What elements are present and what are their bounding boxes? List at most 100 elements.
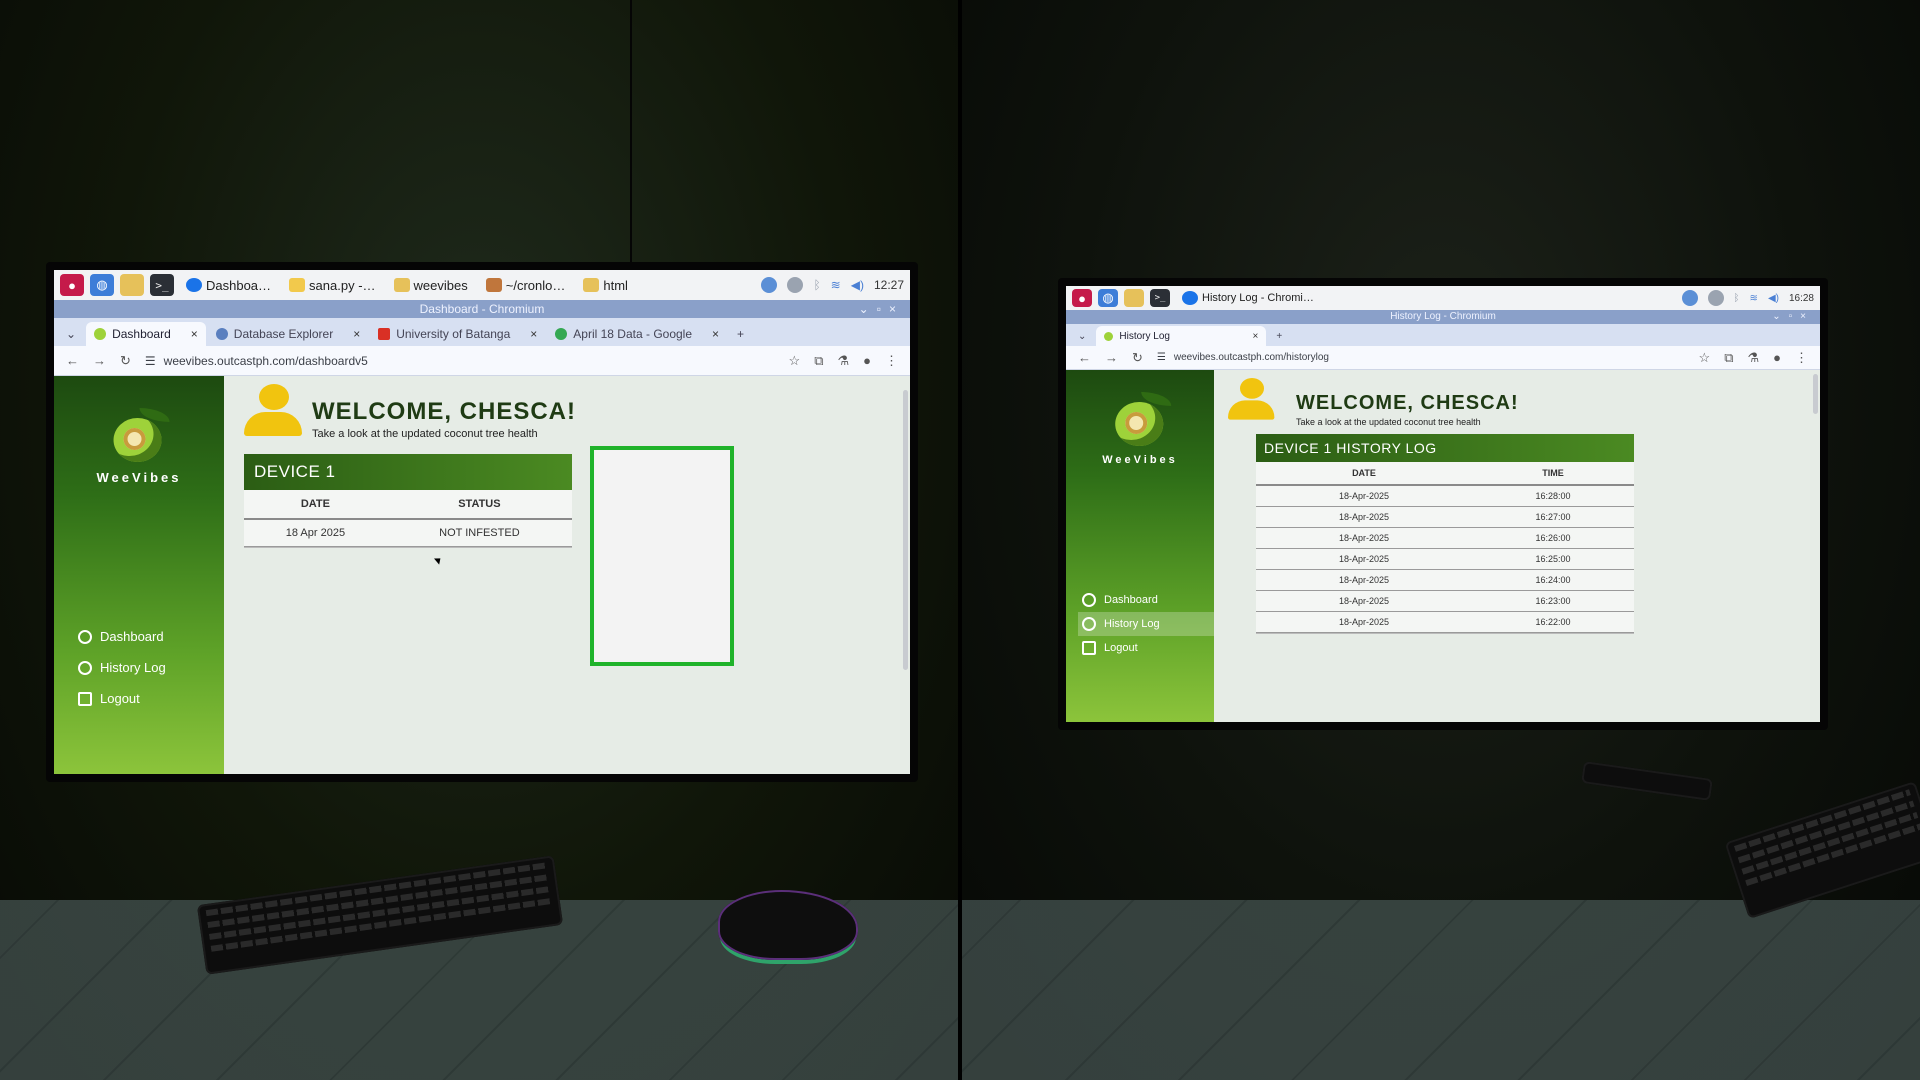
labs-icon[interactable]: ⚗	[1747, 350, 1759, 366]
menu-icon[interactable]: ⋮	[1795, 350, 1808, 366]
globe-icon[interactable]: ◍	[90, 274, 114, 296]
tab-search-button[interactable]: ⌄	[58, 322, 84, 346]
bookmark-star-icon[interactable]: ☆	[1699, 350, 1711, 366]
task-dashboard[interactable]: Dashboa…	[180, 276, 277, 295]
sidebar-nav: Dashboard History Log Logout	[1078, 588, 1214, 660]
tab-search-button[interactable]: ⌄	[1070, 326, 1094, 346]
nav-label: Dashboard	[100, 629, 164, 644]
new-tab-button[interactable]: +	[729, 322, 752, 346]
history-icon	[1082, 617, 1096, 631]
sidebar-item-dashboard[interactable]: Dashboard	[74, 624, 216, 649]
close-tab-icon[interactable]: ×	[353, 327, 360, 341]
download-icon[interactable]	[1681, 290, 1698, 306]
scrollbar[interactable]	[903, 390, 908, 670]
tab-database-explorer[interactable]: Database Explorer ×	[208, 322, 368, 346]
task-history-log[interactable]: History Log - Chromi…	[1176, 289, 1320, 307]
terminal-icon[interactable]: >_	[150, 274, 174, 296]
folder-icon[interactable]	[1124, 289, 1144, 307]
tab-label: History Log	[1119, 330, 1170, 342]
sidebar-item-dashboard[interactable]: Dashboard	[1078, 588, 1214, 612]
table-header-row: DATE STATUS	[244, 490, 572, 520]
back-icon[interactable]: ←	[66, 353, 79, 368]
url-field[interactable]: ☰ weevibes.outcastph.com/dashboardv5	[145, 354, 775, 368]
sync-icon[interactable]	[787, 277, 804, 293]
url-field[interactable]: ☰ weevibes.outcastph.com/historylog	[1157, 352, 1685, 363]
cell-date: 18 Apr 2025	[244, 519, 387, 547]
coconut-logo-icon	[104, 406, 174, 466]
cell-time: 16:28:00	[1471, 485, 1634, 507]
close-tab-icon[interactable]: ×	[712, 327, 719, 341]
folder-icon[interactable]	[120, 274, 144, 296]
cell-time: 16:26:00	[1471, 527, 1634, 549]
address-bar: ← → ↻ ☰ weevibes.outcastph.com/historylog…	[1066, 346, 1820, 370]
volume-icon[interactable]: ◀)	[1768, 293, 1779, 304]
task-weevibes[interactable]: weevibes	[388, 276, 474, 295]
bluetooth-icon[interactable]: ᛒ	[813, 278, 820, 292]
clock: 12:27	[873, 278, 904, 292]
editor-icon	[485, 278, 502, 292]
nav-label: Logout	[1104, 642, 1138, 654]
reload-icon[interactable]: ↻	[1132, 350, 1143, 366]
window-controls[interactable]: ⌄▫×	[1772, 310, 1814, 324]
close-tab-icon[interactable]: ×	[1253, 331, 1259, 342]
volume-icon[interactable]: ◀)	[851, 278, 864, 292]
os-taskbar: ● ◍ >_ History Log - Chromi… ᛒ ≋ ◀) 16:2…	[1066, 286, 1820, 310]
left-photo: ● ◍ >_ Dashboa… sana.py -… weevibes ~/cr…	[0, 0, 958, 1080]
cell-date: 18-Apr-2025	[1256, 590, 1472, 612]
table-row: 18-Apr-2025 16:22:00	[1256, 611, 1634, 633]
window-controls[interactable]: ⌄▫×	[859, 300, 904, 318]
tab-gmail[interactable]: University of Batanga ×	[370, 322, 545, 346]
sync-icon[interactable]	[1707, 290, 1724, 306]
wifi-icon[interactable]: ≋	[831, 278, 841, 292]
bookmark-star-icon[interactable]: ☆	[789, 353, 801, 369]
task-cronlog[interactable]: ~/cronlo…	[480, 276, 572, 295]
forward-icon[interactable]: →	[93, 353, 106, 368]
labs-icon[interactable]: ⚗	[837, 353, 849, 369]
tab-dashboard[interactable]: Dashboard ×	[86, 322, 206, 346]
close-tab-icon[interactable]: ×	[191, 327, 198, 341]
welcome-subtitle: Take a look at the updated coconut tree …	[1296, 417, 1481, 427]
extensions-icon[interactable]: ⧉	[814, 353, 823, 369]
sidebar-item-history-log[interactable]: History Log	[74, 655, 216, 680]
coconut-logo-icon	[1105, 390, 1175, 450]
logo-text: WeeVibes	[96, 470, 182, 485]
raspberry-menu-icon[interactable]: ●	[1072, 289, 1092, 307]
main-content: WELCOME, CHESCA! Take a look at the upda…	[1214, 370, 1820, 722]
close-tab-icon[interactable]: ×	[530, 327, 537, 341]
scrollbar[interactable]	[1813, 374, 1818, 414]
table-row: 18-Apr-2025 16:25:00	[1256, 548, 1634, 570]
task-sana[interactable]: sana.py -…	[283, 276, 381, 295]
window-title: Dashboard - Chromium	[419, 302, 545, 316]
sidebar: WeeVibes Dashboard History Log Logout	[54, 376, 224, 774]
raspberry-menu-icon[interactable]: ●	[60, 274, 84, 296]
tab-label: Dashboard	[112, 327, 171, 341]
site-info-icon[interactable]: ☰	[145, 354, 156, 368]
forward-icon[interactable]: →	[1105, 350, 1118, 365]
sidebar-item-logout[interactable]: Logout	[1078, 636, 1214, 660]
reload-icon[interactable]: ↻	[120, 353, 131, 369]
cell-date: 18-Apr-2025	[1256, 527, 1472, 549]
address-bar: ← → ↻ ☰ weevibes.outcastph.com/dashboardv…	[54, 346, 910, 376]
site-info-icon[interactable]: ☰	[1157, 352, 1166, 363]
profile-icon[interactable]: ●	[863, 353, 871, 368]
back-icon[interactable]: ←	[1078, 350, 1091, 365]
terminal-icon[interactable]: >_	[1150, 289, 1170, 307]
task-html[interactable]: html	[577, 276, 634, 295]
bluetooth-icon[interactable]: ᛒ	[1734, 293, 1740, 304]
globe-icon[interactable]: ◍	[1098, 289, 1118, 307]
folder-icon	[393, 278, 410, 292]
wifi-icon[interactable]: ≋	[1750, 293, 1758, 304]
sidebar-item-logout[interactable]: Logout	[74, 686, 216, 711]
download-icon[interactable]	[761, 277, 778, 293]
tab-google-drive[interactable]: April 18 Data - Google ×	[547, 322, 727, 346]
new-tab-button[interactable]: +	[1268, 326, 1290, 346]
sidebar-item-history-log[interactable]: History Log	[1078, 612, 1214, 636]
profile-icon[interactable]: ●	[1773, 350, 1781, 365]
chromium-icon	[186, 278, 202, 292]
cell-status: NOT INFESTED	[386, 519, 572, 547]
extensions-icon[interactable]: ⧉	[1724, 350, 1733, 366]
menu-icon[interactable]: ⋮	[885, 353, 898, 369]
task-label: weevibes	[413, 277, 468, 293]
tab-history-log[interactable]: History Log ×	[1096, 326, 1267, 346]
task-label: sana.py -…	[309, 277, 376, 293]
